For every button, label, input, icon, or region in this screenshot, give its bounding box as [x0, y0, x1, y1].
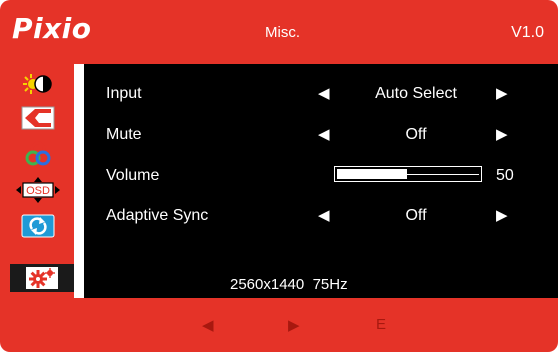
tab-reset[interactable] — [10, 212, 66, 240]
input-right-arrow[interactable]: ▶ — [496, 84, 508, 102]
osd-icon: OSD — [16, 177, 60, 203]
color-icon — [25, 141, 51, 166]
volume-slider-fill — [337, 169, 407, 179]
signal-status: 2560x1440 75Hz — [230, 276, 348, 293]
tab-color[interactable] — [10, 140, 66, 168]
tab-luminance[interactable] — [10, 70, 66, 98]
menu-title: Misc. — [265, 24, 300, 41]
osd-footer: ◀ ▶ E — [0, 298, 558, 352]
menu-row-input[interactable]: Input ◀ Auto Select ▶ — [84, 80, 558, 108]
input-value: Auto Select — [375, 85, 457, 102]
mute-value: Off — [405, 126, 427, 143]
resolution-readout: 2560x1440 — [230, 276, 305, 293]
adaptive-sync-value: Off — [405, 207, 427, 224]
osd-main-panel: Input ◀ Auto Select ▶ Mute ◀ Off ▶ Volum… — [84, 64, 558, 298]
adaptive-sync-right-arrow[interactable]: ▶ — [496, 206, 508, 224]
osd-sidebar: OSD — [0, 64, 74, 298]
image-icon — [21, 106, 55, 130]
mute-right-arrow[interactable]: ▶ — [496, 125, 508, 143]
volume-slider-track — [407, 174, 479, 175]
mute-label: Mute — [106, 126, 142, 143]
volume-value: 50 — [496, 167, 514, 184]
tab-image[interactable] — [10, 104, 66, 132]
adaptive-sync-left-arrow[interactable]: ◀ — [318, 206, 330, 224]
footer-right-button[interactable]: ▶ — [288, 316, 300, 334]
input-left-arrow[interactable]: ◀ — [318, 84, 330, 102]
osd-window: Pixio Misc. V1.0 OSD Input ◀ Auto Select… — [0, 0, 560, 352]
brightness-contrast-icon — [23, 74, 52, 94]
menu-row-adaptive-sync[interactable]: Adaptive Sync ◀ Off ▶ — [84, 202, 558, 230]
pixio-logo: Pixio — [12, 12, 92, 45]
footer-exit-button[interactable]: E — [376, 316, 386, 333]
tab-osd[interactable]: OSD — [10, 176, 66, 204]
osd-header: Pixio Misc. V1.0 — [0, 0, 558, 64]
tab-misc[interactable] — [10, 264, 74, 292]
input-label: Input — [106, 85, 142, 102]
mute-left-arrow[interactable]: ◀ — [318, 125, 330, 143]
misc-settings-icon — [26, 267, 58, 289]
osd-icon-label: OSD — [26, 185, 50, 197]
volume-label: Volume — [106, 167, 160, 184]
footer-left-button[interactable]: ◀ — [202, 316, 214, 334]
refresh-rate-readout: 75Hz — [312, 276, 348, 293]
menu-row-volume[interactable]: Volume 50 — [84, 162, 558, 190]
adaptive-sync-label: Adaptive Sync — [106, 207, 209, 224]
reset-icon — [21, 214, 55, 238]
volume-slider[interactable] — [334, 166, 482, 182]
firmware-version: V1.0 — [511, 24, 544, 41]
menu-row-mute[interactable]: Mute ◀ Off ▶ — [84, 121, 558, 149]
